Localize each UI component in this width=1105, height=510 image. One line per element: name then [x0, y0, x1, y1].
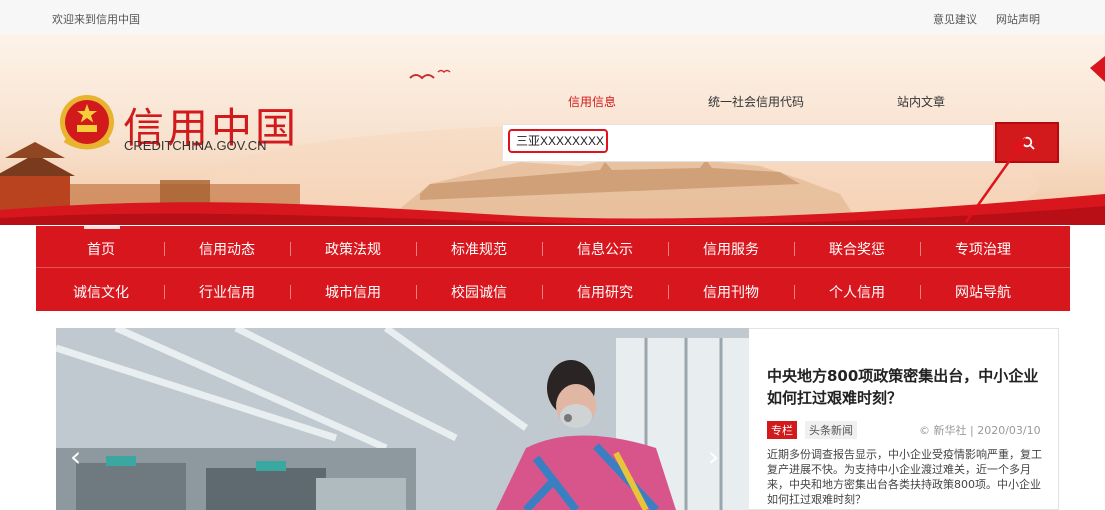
- nav-item-row1-2[interactable]: 政策法规: [290, 239, 416, 259]
- nav-item-row1-5[interactable]: 信用服务: [668, 239, 794, 259]
- search-query-highlight: 三亚XXXXXXXX: [508, 129, 608, 153]
- news-meta: © 新华社 | 2020/03/10: [919, 424, 1041, 437]
- tab-site-articles[interactable]: 站内文章: [897, 93, 945, 110]
- main-navigation: 首页 信用动态 政策法规 标准规范 信息公示 信用服务 联合奖惩 专项治理 诚信文化 行业信用城…: [36, 226, 1070, 311]
- nav-item-row2-6[interactable]: 个人信用: [794, 282, 920, 302]
- nav-item-row2-3[interactable]: 校园诚信: [416, 282, 542, 302]
- nav-item-row2-5[interactable]: 信用刊物: [668, 282, 794, 302]
- site-statement-link[interactable]: 网站声明: [996, 11, 1040, 27]
- news-summary: 近期多份调查报告显示，中小企业受疫情影响严重，复工复产进展不快。为支持中小企业渡…: [767, 448, 1042, 506]
- logo-english-text: CREDITCHINA.GOV.CN: [124, 138, 267, 153]
- category-tag: 头条新闻: [805, 421, 857, 439]
- feedback-link[interactable]: 意见建议: [933, 11, 977, 27]
- nav-item-row1-0[interactable]: 首页: [38, 239, 164, 259]
- news-title[interactable]: 中央地方800项政策密集出台，中小企业如何扛过艰难时刻？: [767, 365, 1045, 409]
- search-icon: [1021, 136, 1035, 150]
- nav-item-row1-1[interactable]: 信用动态: [164, 239, 290, 259]
- chevron-right-icon[interactable]: ›: [708, 440, 719, 473]
- tab-credit-info[interactable]: 信用信息: [568, 93, 616, 110]
- chevron-left-icon[interactable]: ‹: [70, 440, 81, 473]
- hero-slideshow: ‹ ›: [56, 328, 749, 510]
- nav-item-row2-7[interactable]: 网站导航: [920, 282, 1046, 302]
- nav-item-row2-4[interactable]: 信用研究: [542, 282, 668, 302]
- nav-item-row1-7[interactable]: 专项治理: [920, 239, 1046, 259]
- search-button[interactable]: [995, 122, 1059, 163]
- factory-worker-photo: [56, 328, 749, 510]
- news-date: 2020/03/10: [977, 424, 1041, 437]
- top-utility-bar: 欢迎来到信用中国 意见建议 网站声明: [0, 0, 1105, 34]
- news-source: © 新华社: [919, 424, 967, 437]
- national-emblem-icon: [60, 95, 114, 150]
- nav-item-row1-3[interactable]: 标准规范: [416, 239, 542, 259]
- column-tag: 专栏: [767, 421, 797, 439]
- nav-item-row2-2[interactable]: 城市信用: [290, 282, 416, 302]
- nav-row-2: 诚信文化 行业信用 城市信用 校园诚信 信用研究 信用刊物 个人信用 网站导航: [36, 269, 1070, 311]
- nav-item-row2-0[interactable]: 诚信文化: [38, 282, 164, 302]
- header-banner: 信用中国 CREDITCHINA.GOV.CN 信用信息 统一社会信用代码 站内…: [0, 34, 1105, 225]
- headline-news-card[interactable]: 中央地方800项政策密集出台，中小企业如何扛过艰难时刻？ 专栏 头条新闻 © 新…: [749, 328, 1059, 510]
- nav-item-row2-1[interactable]: 行业信用: [164, 282, 290, 302]
- welcome-text: 欢迎来到信用中国: [52, 13, 140, 26]
- nav-item-row1-4[interactable]: 信息公示: [542, 239, 668, 259]
- tab-social-credit-code[interactable]: 统一社会信用代码: [708, 93, 804, 110]
- nav-item-row1-6[interactable]: 联合奖惩: [794, 239, 920, 259]
- nav-row-1: 首页 信用动态 政策法规 标准规范 信息公示 信用服务 联合奖惩 专项治理: [36, 226, 1070, 268]
